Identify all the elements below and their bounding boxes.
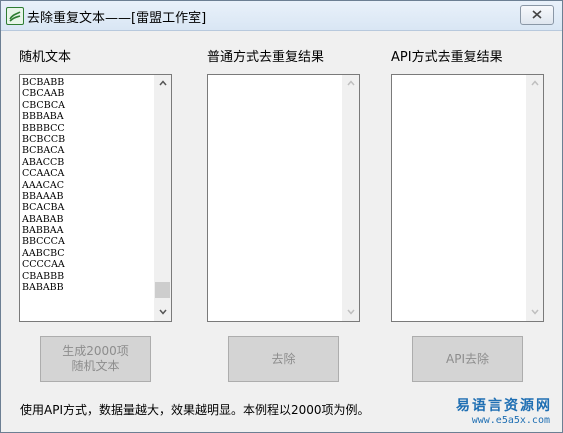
app-icon (6, 7, 24, 25)
close-button[interactable] (520, 5, 554, 25)
list-item[interactable]: BBBBCC (22, 123, 150, 134)
api-remove-button-label: API去除 (446, 351, 489, 366)
chevron-down-icon (158, 309, 167, 315)
list-item[interactable]: CBABBB (22, 271, 150, 282)
scroll-up-button[interactable] (154, 75, 171, 92)
list-item[interactable]: CBCAAB (22, 88, 150, 99)
title-bar[interactable]: 去除重复文本——[雷盟工作室] (1, 1, 562, 31)
watermark-url: www.e5a5x.com (471, 415, 550, 426)
normal-result-label: 普通方式去重复结果 (207, 50, 325, 65)
list-item[interactable]: CCAACA (22, 168, 150, 179)
list-item[interactable]: AABCBC (22, 248, 150, 259)
list-item[interactable]: BABABB (22, 282, 150, 293)
remove-button[interactable]: 去除 (228, 336, 339, 382)
generate-button-label-line2: 随机文本 (71, 359, 120, 373)
list-item[interactable]: ABACCB (22, 157, 150, 168)
list-item[interactable]: BBBABA (22, 111, 150, 122)
window-title: 去除重复文本——[雷盟工作室] (27, 11, 207, 26)
random-text-list[interactable]: BCBABB CBCAAB CBCBCA BBBABA BBBBCC BCBCCB BCBA… (19, 74, 172, 322)
chevron-up-icon (346, 80, 355, 86)
scroll-thumb[interactable] (155, 282, 170, 299)
random-list-scrollbar[interactable] (154, 75, 171, 321)
random-text-label: 随机文本 (19, 50, 72, 65)
chevron-up-icon (158, 80, 167, 86)
scroll-up-button[interactable] (526, 75, 543, 92)
random-text-items: BCBABB CBCAAB CBCBCA BBBABA BBBBCC BCBCCB BCBA… (22, 77, 150, 293)
close-icon (532, 10, 542, 19)
list-item[interactable]: CCCCAA (22, 259, 150, 270)
app-window: 去除重复文本——[雷盟工作室] 随机文本 普通方式去重复结果 API方式去重复结… (0, 0, 563, 433)
normal-result-scrollbar[interactable] (342, 75, 359, 321)
generate-random-button[interactable]: 生成2000项 随机文本 (40, 336, 151, 382)
generate-button-label-line1: 生成2000项 (62, 344, 129, 358)
list-item[interactable]: BBCCCA (22, 236, 150, 247)
api-result-label: API方式去重复结果 (391, 50, 503, 65)
scroll-up-button[interactable] (342, 75, 359, 92)
normal-result-list[interactable] (207, 74, 360, 322)
scroll-down-button[interactable] (342, 304, 359, 321)
list-item[interactable]: BBAAAB (22, 191, 150, 202)
list-item[interactable]: BCBABB (22, 77, 150, 88)
list-item[interactable]: CBCBCA (22, 100, 150, 111)
chevron-up-icon (530, 80, 539, 86)
list-item[interactable]: BABBAA (22, 225, 150, 236)
api-result-scrollbar[interactable] (526, 75, 543, 321)
list-item[interactable]: BCBACA (22, 145, 150, 156)
list-item[interactable]: AAACAC (22, 180, 150, 191)
watermark-logo: 易语言资源网 (456, 398, 552, 414)
scroll-down-button[interactable] (526, 304, 543, 321)
remove-button-label: 去除 (271, 351, 296, 366)
api-result-list[interactable] (391, 74, 544, 322)
chevron-down-icon (346, 309, 355, 315)
footer-note: 使用API方式，数据量越大，效果越明显。本例程以2000项为例。 (20, 403, 370, 417)
chevron-down-icon (530, 309, 539, 315)
list-item[interactable]: BCBCCB (22, 134, 150, 145)
api-remove-button[interactable]: API去除 (412, 336, 523, 382)
list-item[interactable]: ABABAB (22, 214, 150, 225)
scroll-down-button[interactable] (154, 304, 171, 321)
list-item[interactable]: BCACBA (22, 202, 150, 213)
